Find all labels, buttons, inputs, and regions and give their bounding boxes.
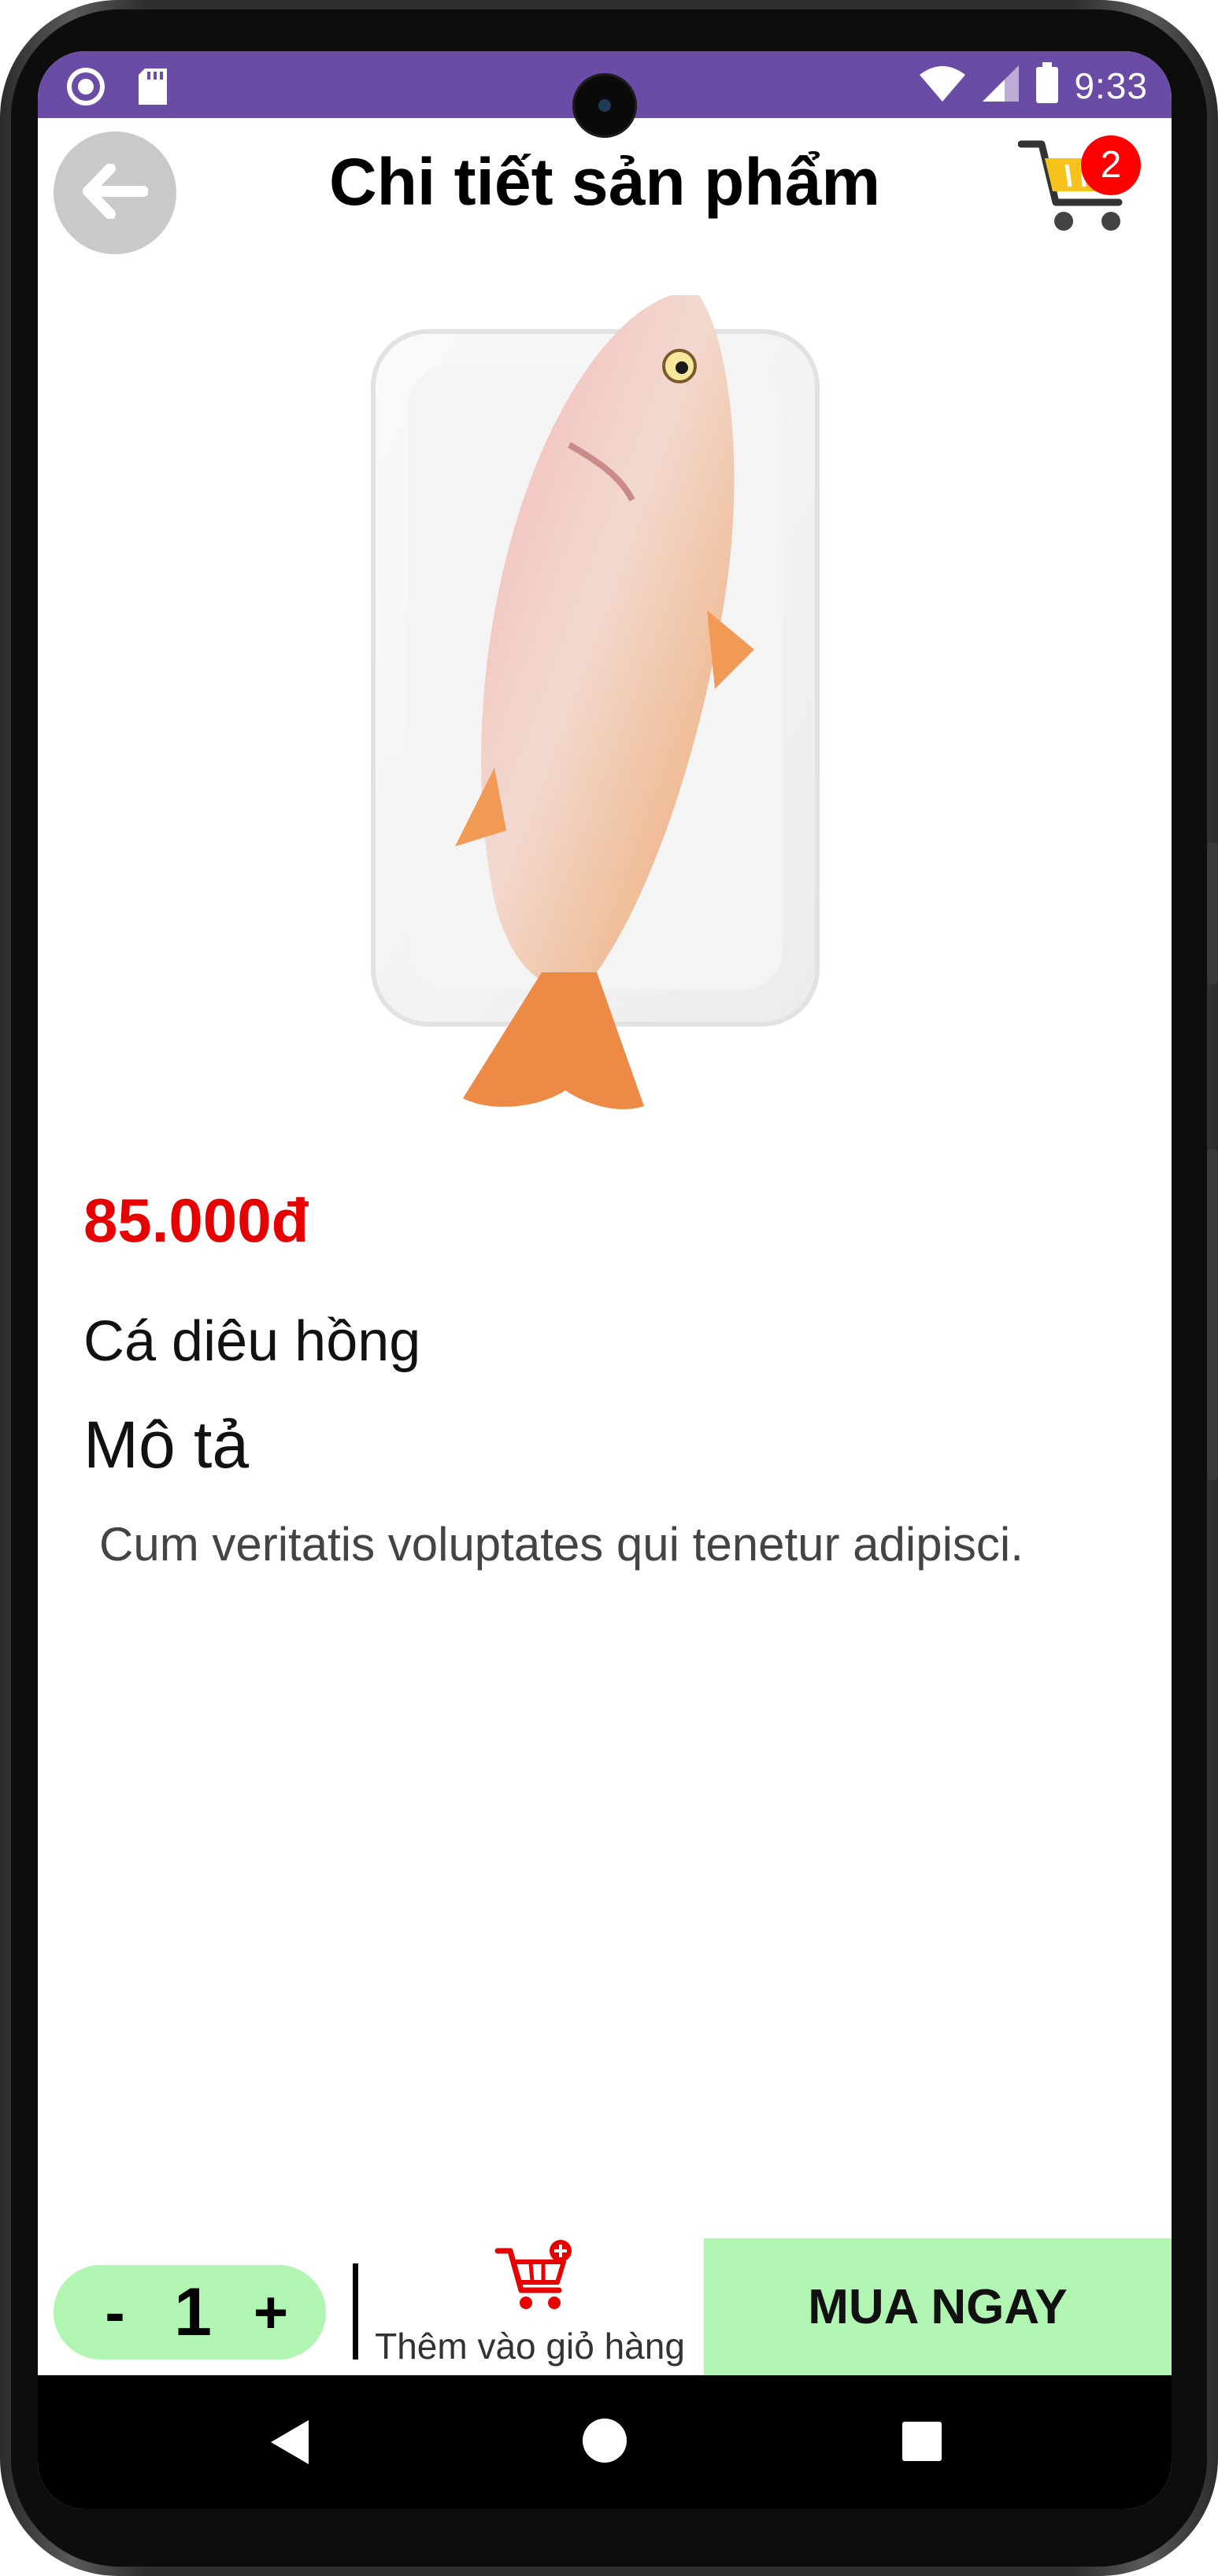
app-screen: 9:33 Chi tiết sản phẩm 2 85.000đ Cá diêu… [38,51,1172,2509]
page-title: Chi tiết sản phẩm [328,145,881,219]
description-heading: Mô tả [83,1408,250,1482]
arrow-left-icon [82,162,149,223]
buy-now-button[interactable]: MUA NGAY [704,2238,1172,2375]
navigation-bar [38,2375,1172,2509]
nav-recents-icon[interactable] [901,2420,943,2467]
shopping-cart-icon [1017,140,1136,240]
notification-icon [66,67,106,110]
power-button [1207,1149,1218,1480]
back-button[interactable] [54,131,176,254]
signal-icon [981,64,1020,107]
add-to-cart-label: Thêm vào giỏ hàng [375,2326,685,2367]
product-image [361,279,841,1153]
battery-icon [1035,62,1060,109]
product-price: 85.000đ [83,1186,309,1255]
phone-frame: 9:33 Chi tiết sản phẩm 2 85.000đ Cá diêu… [0,0,1218,2576]
wifi-icon [918,64,967,107]
add-to-cart-button[interactable]: Thêm vào giỏ hàng [372,2240,687,2374]
product-description: Cum veritatis voluptates qui tenetur adi… [99,1518,1024,1571]
sd-card-icon [137,67,168,110]
decrement-button[interactable]: - [91,2278,139,2347]
product-name: Cá diêu hồng [83,1310,421,1373]
volume-button [1207,842,1218,984]
increment-button[interactable]: + [247,2278,294,2347]
divider [353,2263,358,2359]
front-camera [572,73,637,138]
add-to-cart-icon [494,2240,573,2319]
cart-count-badge: 2 [1081,135,1141,195]
nav-back-icon[interactable] [266,2417,313,2471]
quantity-stepper: - 1 + [54,2265,326,2359]
quantity-value: 1 [174,2274,212,2350]
nav-home-icon[interactable] [581,2417,628,2468]
status-time: 9:33 [1074,65,1148,106]
